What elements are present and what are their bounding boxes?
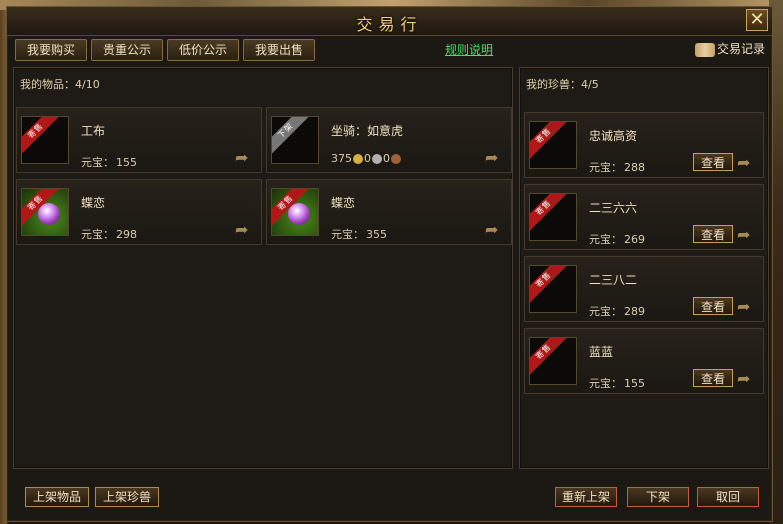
my-pets-title: 我的珍兽：4/5 [526,78,599,91]
pet-price: 元宝： 288 [589,161,645,174]
silver-coin-icon [372,154,382,164]
pet-slot: 寄售 [529,265,577,313]
gem-icon [38,203,60,225]
retrieve-button[interactable]: 取回 [697,487,759,507]
share-arrow-icon[interactable]: ➦ [737,299,757,315]
close-icon[interactable]: ✕ [746,9,768,31]
share-arrow-icon[interactable]: ➦ [737,227,757,243]
rules-link[interactable]: 规则说明 [445,41,493,58]
copper-coin-icon [391,154,401,164]
pet-price: 元宝： 289 [589,305,645,318]
item-name: 工布 [81,124,106,138]
pet-card[interactable]: 寄售 二三六六 元宝： 269 查看 ➦ [524,184,764,250]
pet-slot: 寄售 [529,193,577,241]
item-price: 元宝： 355 [331,228,387,241]
scroll-icon [695,42,715,57]
pet-slot: 寄售 [529,337,577,385]
gem-icon [288,203,310,225]
delist-button[interactable]: 下架 [627,487,689,507]
share-arrow-icon[interactable]: ➦ [737,371,757,387]
view-button[interactable]: 查看 [693,225,733,243]
pet-card[interactable]: 寄售 忠诚高资 元宝： 288 查看 ➦ [524,112,764,178]
item-price: 元宝： 298 [81,228,137,241]
share-arrow-icon[interactable]: ➦ [485,222,505,238]
my-items-title: 我的物品：4/10 [20,78,100,91]
ribbon-badge: 下架 [272,117,312,157]
ribbon-badge: 寄售 [530,266,570,306]
item-slot: 寄售 [21,188,69,236]
item-slot: 寄售 [271,188,319,236]
item-card[interactable]: 寄售 工布 元宝： 155 ➦ [16,107,262,173]
ribbon-badge: 寄售 [530,338,570,378]
item-name: 蝶恋 [331,196,356,210]
my-items-panel: 我的物品：4/10 寄售 工布 元宝： 155 ➦ 下架 坐骑：如意虎 375 0 0… [13,67,513,469]
pet-price: 元宝： 155 [589,377,645,390]
window-title: 交易行 [356,15,423,34]
tab-sell[interactable]: 我要出售 [243,39,315,61]
pet-slot: 寄售 [529,121,577,169]
list-pet-button[interactable]: 上架珍兽 [95,487,159,507]
pet-name: 二三六六 [589,201,638,215]
share-arrow-icon[interactable]: ➦ [485,150,505,166]
my-pets-panel: 我的珍兽：4/5 寄售 忠诚高资 元宝： 288 查看 ➦ 寄售 二三六六 元宝：… [519,67,769,469]
view-button[interactable]: 查看 [693,297,733,315]
item-price: 元宝： 155 [81,156,137,169]
item-slot: 寄售 [21,116,69,164]
relist-button[interactable]: 重新上架 [555,487,617,507]
view-button[interactable]: 查看 [693,153,733,171]
item-card[interactable]: 寄售 蝶恋 元宝： 355 ➦ [266,179,512,245]
pet-card[interactable]: 寄售 二三八二 元宝： 289 查看 ➦ [524,256,764,322]
share-arrow-icon[interactable]: ➦ [235,150,255,166]
item-card[interactable]: 下架 坐骑：如意虎 375 0 0 ➦ [266,107,512,173]
ribbon-badge: 寄售 [530,194,570,234]
item-coin-price: 375 0 0 [331,152,402,165]
title-bar[interactable]: 交易行 ✕ [7,7,772,36]
ribbon-badge: 寄售 [22,117,62,157]
tab-valuable[interactable]: 贵重公示 [91,39,163,61]
item-name: 坐骑：如意虎 [331,124,404,138]
view-button[interactable]: 查看 [693,369,733,387]
share-arrow-icon[interactable]: ➦ [235,222,255,238]
item-card[interactable]: 寄售 蝶恋 元宝： 298 ➦ [16,179,262,245]
share-arrow-icon[interactable]: ➦ [737,155,757,171]
trade-records-label: 交易记录 [717,42,766,56]
pet-name: 蓝蓝 [589,345,614,359]
list-item-button[interactable]: 上架物品 [25,487,89,507]
trade-window: 交易行 ✕ 我要购买 贵重公示 低价公示 我要出售 规则说明 交易记录 我的物品… [6,6,773,522]
ribbon-badge: 寄售 [530,122,570,162]
tab-buy[interactable]: 我要购买 [15,39,87,61]
pet-name: 忠诚高资 [589,129,638,143]
gold-coin-icon [353,154,363,164]
item-slot: 下架 [271,116,319,164]
item-name: 蝶恋 [81,196,106,210]
pet-name: 二三八二 [589,273,638,287]
trade-records-button[interactable]: 交易记录 [695,39,765,59]
pet-price: 元宝： 269 [589,233,645,246]
pet-card[interactable]: 寄售 蓝蓝 元宝： 155 查看 ➦ [524,328,764,394]
tab-lowprice[interactable]: 低价公示 [167,39,239,61]
